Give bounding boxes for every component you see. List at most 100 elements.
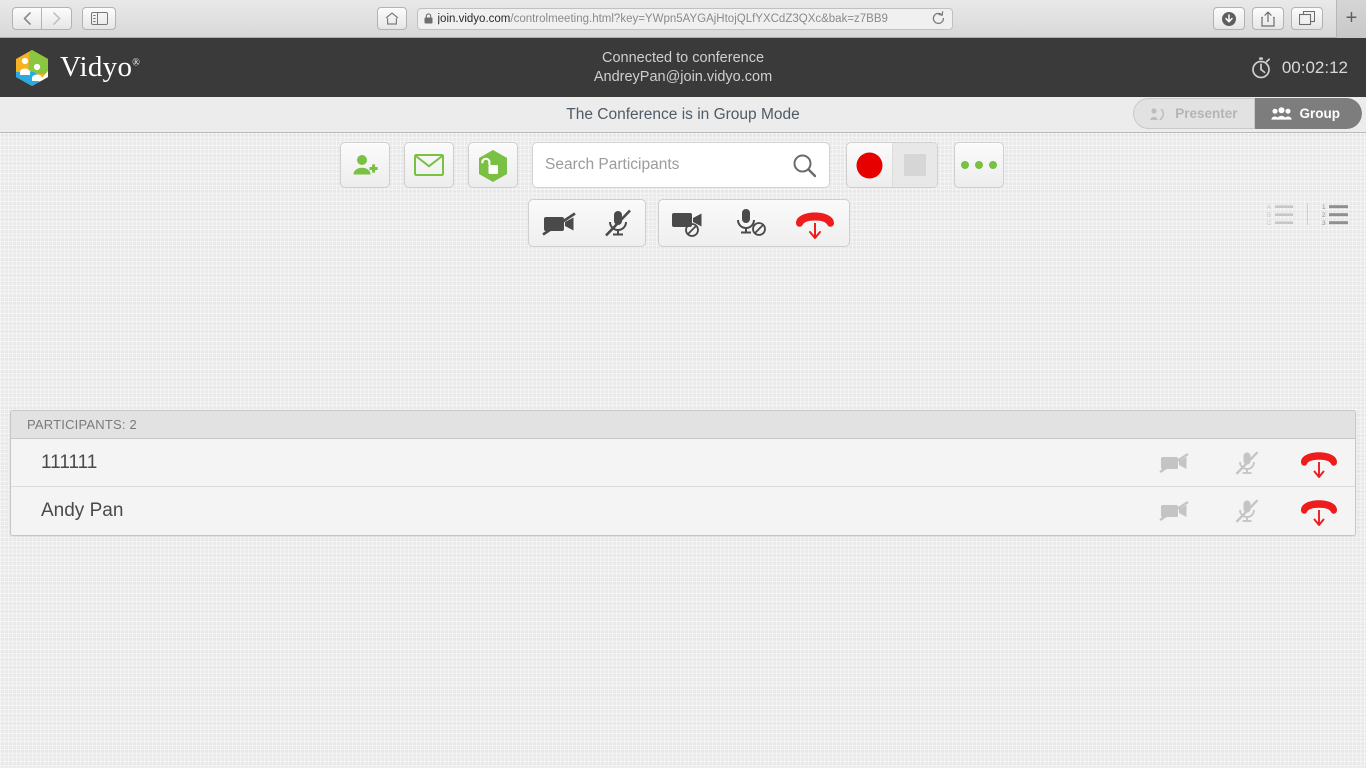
disconnect-all-button[interactable] (781, 200, 849, 246)
mode-toggle-presenter[interactable]: Presenter (1133, 98, 1255, 129)
svg-text:3: 3 (1322, 220, 1326, 226)
mode-bar: The Conference is in Group Mode Presente… (0, 97, 1366, 133)
call-timer: 00:02:12 (1250, 56, 1348, 79)
svg-text:2: 2 (1322, 212, 1326, 219)
hangup-down-icon (793, 206, 837, 240)
mode-toggle-group[interactable]: Group (1254, 98, 1362, 129)
browser-toolbar: join.vidyo.com/controlmeeting.html?key=Y… (0, 0, 1366, 38)
url-bar[interactable]: join.vidyo.com/controlmeeting.html?key=Y… (416, 7, 953, 30)
more-dots-icon (961, 161, 997, 169)
more-options-button[interactable] (954, 142, 1004, 188)
mode-toggle: Presenter Group (1133, 98, 1362, 129)
sort-alphabetical-button[interactable]: A B C (1267, 202, 1293, 226)
table-row[interactable]: 111111 (11, 439, 1355, 487)
more-dot-2 (975, 161, 983, 169)
microphone-disable-icon (733, 207, 769, 239)
svg-text:A: A (1267, 205, 1271, 211)
participants-header: PARTICIPANTS: 2 (11, 411, 1355, 439)
forward-button[interactable] (42, 7, 72, 30)
forward-chevron-icon (52, 12, 61, 25)
envelope-icon (414, 154, 444, 176)
stopwatch-icon (1250, 56, 1272, 79)
vidyo-logo[interactable]: Vidyo® (0, 48, 140, 88)
svg-text:C: C (1267, 221, 1272, 226)
disable-video-button[interactable] (659, 200, 721, 246)
participants-panel: PARTICIPANTS: 2 111111 Andy Pan (10, 410, 1356, 536)
lock-room-button[interactable] (468, 142, 518, 188)
conference-status-line1: Connected to conference (601, 49, 765, 66)
svg-text:B: B (1267, 213, 1271, 219)
sort-numeric-button[interactable]: 1 2 3 (1322, 202, 1348, 226)
participant-audio-toggle[interactable] (1211, 450, 1283, 476)
stop-square-icon (904, 154, 926, 176)
participant-video-toggle[interactable] (1139, 499, 1211, 523)
sidebar-toggle-button[interactable] (82, 7, 116, 30)
back-button[interactable] (12, 7, 42, 30)
mute-all-group (528, 199, 646, 247)
participant-hangup-button[interactable] (1283, 495, 1355, 527)
url-path: /controlmeeting.html?key=YWpn5AYGAjHtojQ… (510, 12, 888, 25)
primary-toolbar (0, 133, 1366, 188)
share-button[interactable] (1252, 7, 1284, 30)
group-people-icon (1270, 106, 1292, 121)
show-tabs-button[interactable] (1291, 7, 1323, 30)
add-participant-button[interactable] (340, 142, 390, 188)
search-participants-box[interactable] (532, 142, 830, 188)
disable-all-group (658, 199, 850, 247)
disable-audio-button[interactable] (721, 200, 781, 246)
more-dot-3 (989, 161, 997, 169)
secondary-toolbar: A B C 1 2 3 (0, 188, 1366, 247)
vidyo-wordmark: Vidyo® (60, 51, 140, 84)
camera-off-icon (541, 209, 579, 237)
downloads-button[interactable] (1213, 7, 1245, 30)
back-chevron-icon (23, 12, 31, 25)
show-tabs-icon (1299, 11, 1315, 26)
home-icon (385, 12, 399, 25)
brand-registered-mark: ® (132, 57, 141, 69)
url-text: join.vidyo.com/controlmeeting.html?key=Y… (438, 9, 946, 29)
sort-controls: A B C 1 2 3 (1267, 202, 1348, 226)
participant-name: Andy Pan (41, 500, 124, 521)
participant-hangup-button[interactable] (1283, 447, 1355, 479)
unlocked-hexagon-icon (477, 149, 509, 182)
presenter-label: Presenter (1175, 106, 1238, 121)
participant-audio-toggle[interactable] (1211, 498, 1283, 524)
camera-disable-icon (671, 208, 709, 238)
participant-video-toggle[interactable] (1139, 451, 1211, 475)
presenter-icon (1150, 107, 1167, 121)
sort-separator (1307, 203, 1308, 225)
timer-value: 00:02:12 (1281, 57, 1348, 77)
url-host: join.vidyo.com (437, 12, 511, 25)
record-circle-icon (856, 152, 883, 179)
search-magnifier-icon[interactable] (792, 153, 817, 178)
stop-recording-button[interactable] (892, 143, 937, 187)
invite-email-button[interactable] (404, 142, 454, 188)
browser-right-buttons: + (1213, 0, 1366, 38)
new-tab-button[interactable]: + (1336, 0, 1366, 38)
mode-message: The Conference is in Group Mode (566, 105, 800, 123)
padlock-icon (424, 13, 433, 24)
search-input[interactable] (545, 156, 792, 174)
home-button[interactable] (376, 7, 407, 30)
nav-button-group (12, 7, 72, 30)
add-person-icon (352, 153, 378, 178)
group-label: Group (1299, 106, 1341, 121)
main-content: A B C 1 2 3 (0, 133, 1366, 766)
microphone-off-icon (603, 208, 633, 238)
reload-button[interactable] (931, 10, 948, 28)
download-icon (1221, 11, 1237, 27)
mute-all-audio-button[interactable] (591, 200, 645, 246)
participant-name: 111111 (41, 451, 98, 473)
recording-controls (846, 142, 938, 188)
table-row[interactable]: Andy Pan (11, 487, 1355, 535)
conference-status-line2: AndreyPan@join.vidyo.com (593, 68, 773, 85)
app-header: Vidyo® Connected to conference AndreyPan… (0, 38, 1366, 97)
share-icon (1261, 11, 1275, 27)
brand-name: Vidyo (60, 51, 133, 83)
mute-all-video-button[interactable] (529, 200, 591, 246)
record-button[interactable] (847, 143, 892, 187)
conference-status: Connected to conference AndreyPan@join.v… (0, 49, 1366, 87)
svg-text:1: 1 (1322, 204, 1326, 211)
new-tab-label: + (1345, 7, 1358, 29)
sidebar-toggle-icon (90, 12, 108, 25)
